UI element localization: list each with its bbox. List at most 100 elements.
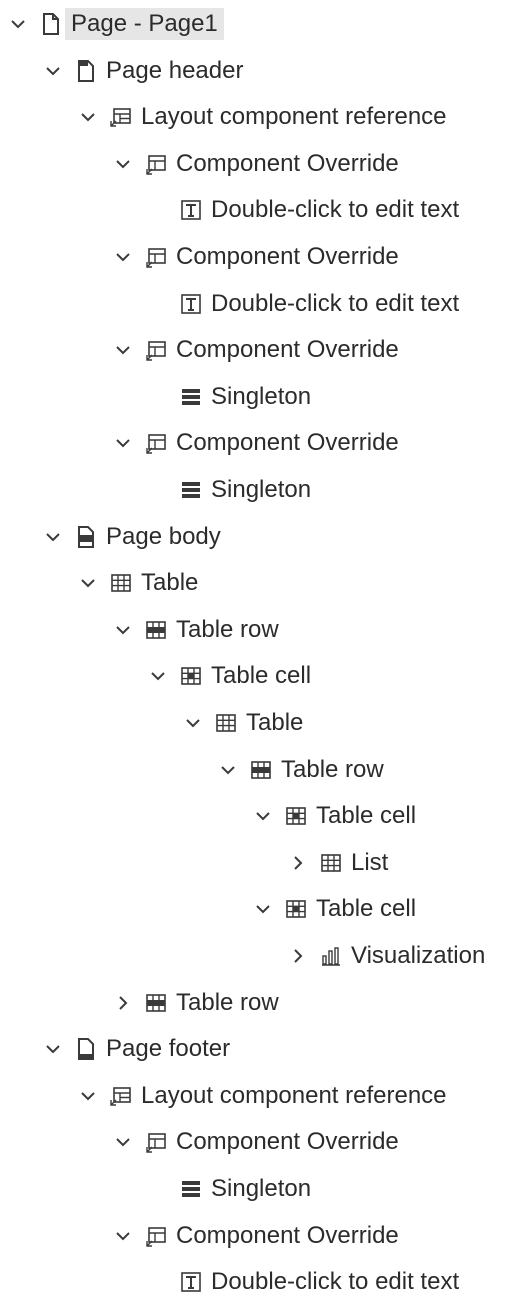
tree-node-label: Singleton [211, 382, 312, 410]
tree-node-label: Component Override [176, 243, 399, 270]
tree-node-label: Double-click to edit text [211, 289, 460, 317]
chevron-down-icon[interactable] [111, 338, 135, 362]
table-row-icon [145, 992, 167, 1014]
chevron-right-icon[interactable] [286, 944, 310, 968]
tree-node[interactable]: Table cell [0, 654, 518, 698]
tree-node-label: Visualization [351, 942, 486, 969]
tree-node[interactable]: Table cell [0, 794, 518, 838]
tree-node[interactable]: Singleton [0, 375, 518, 419]
tree-node[interactable]: Table row [0, 981, 518, 1025]
tree-node-label: Singleton [211, 476, 312, 503]
tree-node[interactable]: Table [0, 561, 518, 605]
chevron-down-icon[interactable] [111, 431, 135, 455]
tree-node-label: Table [141, 569, 199, 597]
tree-node-label: Singleton [211, 1175, 312, 1202]
chevron-down-icon[interactable] [76, 105, 100, 129]
tree-node[interactable]: Table row [0, 608, 518, 652]
chevron-down-icon[interactable] [111, 618, 135, 642]
tree-node-label: Table cell [316, 802, 417, 830]
chevron-down-icon[interactable] [41, 525, 65, 549]
page-body-icon [75, 525, 97, 548]
tree-node[interactable]: Component Override [0, 142, 518, 186]
tree-node[interactable]: Singleton [0, 1167, 518, 1211]
component-override-icon [145, 1131, 167, 1154]
page-header-icon [75, 59, 97, 82]
tree-node[interactable]: Double-click to edit text [0, 1260, 518, 1304]
chevron-down-icon[interactable] [181, 711, 205, 735]
singleton-icon [180, 479, 202, 501]
tree-node[interactable]: Page footer [0, 1027, 518, 1071]
chevron-down-icon[interactable] [111, 152, 135, 176]
tree-node[interactable]: Component Override [0, 1120, 518, 1164]
chevron-down-icon[interactable] [76, 571, 100, 595]
chevron-down-icon[interactable] [6, 12, 30, 36]
chevron-right-icon[interactable] [111, 991, 135, 1015]
tree-node[interactable]: Layout component reference [0, 1074, 518, 1118]
tree-node[interactable]: Layout component reference [0, 95, 518, 139]
list-icon [320, 852, 342, 874]
tree-node-label: Page - Page1 [65, 8, 224, 40]
layout-component-reference-icon [110, 106, 132, 128]
component-override-icon [145, 246, 167, 268]
table-icon [110, 572, 132, 594]
chevron-down-icon[interactable] [146, 664, 170, 688]
tree-node-label: Table row [176, 615, 279, 643]
singleton-icon [180, 1178, 202, 1200]
tree-node[interactable]: List [0, 841, 518, 885]
singleton-icon [180, 386, 202, 408]
tree-node-label: Table cell [211, 662, 312, 690]
tree-node-label: Page body [106, 522, 221, 550]
tree-node-label: Table cell [316, 895, 417, 923]
component-override-icon [145, 153, 167, 175]
tree-node[interactable]: Table [0, 701, 518, 745]
table-cell-icon [180, 665, 202, 687]
tree-node-label: List [351, 848, 389, 876]
chevron-down-icon[interactable] [41, 1037, 65, 1061]
tree-node[interactable]: Component Override [0, 421, 518, 465]
chevron-down-icon[interactable] [76, 1084, 100, 1108]
chevron-down-icon[interactable] [111, 1224, 135, 1248]
chevron-down-icon[interactable] [41, 59, 65, 83]
chevron-down-icon[interactable] [111, 245, 135, 269]
tree-node-label: Component Override [176, 1221, 399, 1249]
chevron-down-icon[interactable] [111, 1130, 135, 1154]
tree-node-label: Component Override [176, 149, 399, 177]
text-item-icon [180, 293, 202, 315]
tree-node-label: Component Override [176, 336, 399, 364]
text-item-icon [180, 199, 202, 221]
page-footer-icon [75, 1038, 97, 1061]
table-row-icon [250, 759, 272, 781]
chevron-down-icon[interactable] [216, 758, 240, 782]
tree-node-label: Layout component reference [141, 1081, 447, 1109]
component-override-icon [145, 339, 167, 361]
tree-node[interactable]: Component Override [0, 1214, 518, 1258]
tree-node[interactable]: Double-click to edit text [0, 282, 518, 326]
tree-node[interactable]: Page header [0, 49, 518, 93]
table-cell-icon [285, 805, 307, 827]
component-override-icon [145, 1225, 167, 1247]
tree-node[interactable]: Component Override [0, 328, 518, 372]
tree-node-label: Table row [176, 988, 279, 1016]
tree-node[interactable]: Page body [0, 515, 518, 559]
page-icon [40, 13, 62, 35]
report-outline-tree: Page - Page1 Page header Layout component … [0, 0, 518, 1305]
text-item-icon [180, 1271, 202, 1293]
tree-node[interactable]: Visualization [0, 934, 518, 978]
tree-node[interactable]: Table cell [0, 887, 518, 931]
tree-node[interactable]: Singleton [0, 468, 518, 512]
tree-node-label: Page footer [106, 1035, 231, 1063]
chevron-right-icon[interactable] [286, 851, 310, 875]
tree-node[interactable]: Page - Page1 [0, 2, 518, 46]
table-row-icon [145, 619, 167, 641]
tree-node-label: Table row [281, 755, 384, 783]
tree-node[interactable]: Double-click to edit text [0, 188, 518, 232]
component-override-icon [145, 432, 167, 455]
tree-node-label: Component Override [176, 1128, 399, 1156]
tree-node-label: Table [246, 709, 304, 736]
tree-node[interactable]: Table row [0, 748, 518, 792]
chevron-down-icon[interactable] [251, 804, 275, 828]
layout-component-reference-icon [110, 1085, 132, 1107]
tree-node-label: Double-click to edit text [211, 1268, 460, 1296]
chevron-down-icon[interactable] [251, 897, 275, 921]
tree-node[interactable]: Component Override [0, 235, 518, 279]
